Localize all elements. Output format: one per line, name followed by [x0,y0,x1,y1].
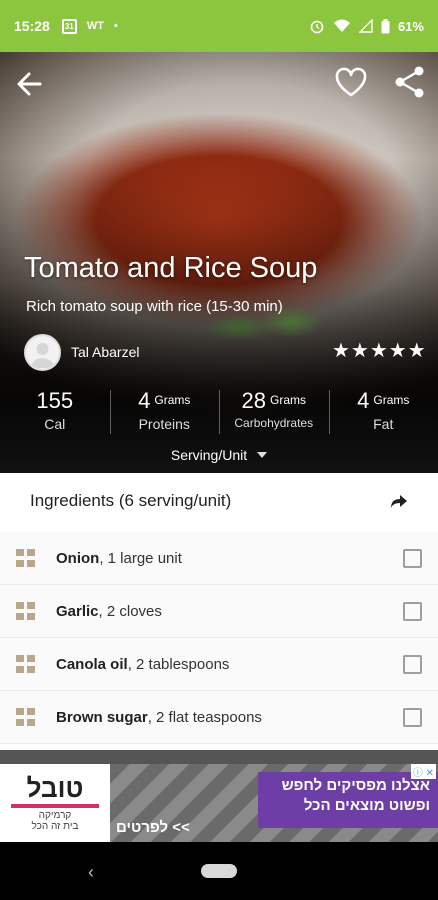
nutrition-label: Carbohydrates [234,416,314,430]
adchoices-icon[interactable]: ⓘ ✕ [410,764,436,779]
ingredients-header: Ingredients (6 serving/unit) [0,473,438,529]
nutrition-proteins: 4 Grams Proteins [109,388,220,438]
ingredient-text: Canola oil, 2 tablespoons [56,656,229,673]
author-avatar[interactable] [24,334,61,371]
person-icon [31,343,54,368]
arrow-left-icon [17,72,42,96]
ingredients-title: Ingredients (6 serving/unit) [30,491,232,510]
recipe-subtitle: Rich tomato soup with rice (15-30 min) [26,298,283,315]
ingredient-name: Brown sugar [56,708,148,726]
nutrition-value: 4 [138,388,151,413]
battery-icon [381,18,390,33]
ingredient-name: Canola oil [56,655,128,673]
nutrition-summary: 155 Cal 4 Grams Proteins 28 Grams Carbohyd… [0,388,438,438]
system-nav-bar: ‹ [0,842,438,900]
list-item[interactable]: Brown sugar, 2 flat teaspoons [0,691,438,744]
chevron-down-icon [257,452,268,458]
ingredient-checkbox[interactable] [403,601,422,621]
status-bar: 15:28 31 WT • 61% [0,0,438,52]
rating-stars[interactable]: ★★★★★ [332,338,427,363]
ad-logo: טובל [26,772,84,803]
nutrition-fat: 4 Grams Fat [328,388,438,438]
drag-handle-icon[interactable] [16,549,36,567]
nav-home-pill[interactable] [201,864,237,878]
ad-banner[interactable]: טובל קרמיקה בית זה הכל אצלנו מפסיקים לחפ… [0,764,438,842]
ingredient-checkbox[interactable] [403,654,422,674]
nutrition-value: 28 [241,388,266,413]
drag-handle-icon[interactable] [16,655,36,673]
serving-unit-dropdown[interactable]: Serving/Unit [0,447,438,463]
nutrition-unit: Grams [154,393,191,407]
ingredient-amount: , 2 flat teaspoons [147,708,262,726]
ingredient-checkbox[interactable] [403,548,422,568]
nutrition-calories: 155 Cal [0,388,110,438]
ad-cta[interactable]: לפרטים << [116,819,190,836]
author-name[interactable]: Tal Abarzel [71,344,139,360]
ad-logo-bar [11,803,99,808]
ingredient-text: Garlic, 2 cloves [56,603,162,620]
ad-image[interactable]: אצלנו מפסיקים לחפש ופשוט מוצאים הכל לפרט… [110,764,438,842]
ingredient-amount: , 2 cloves [98,602,162,620]
notification-icon: WT [86,20,104,32]
recipe-hero: Tomato and Rice Soup Rich tomato soup wi… [0,52,438,473]
share-button[interactable] [392,64,428,100]
nutrition-label: Cal [44,416,66,432]
forward-arrow-icon [391,495,407,508]
nutrition-carbohydrates: 28 Grams Carbohydrates [219,388,329,438]
nutrition-label: Fat [373,416,394,432]
ingredient-name: Garlic [56,602,99,620]
nutrition-unit: Grams [269,393,306,407]
drag-handle-icon[interactable] [16,708,36,726]
wifi-icon [333,19,350,32]
favorite-button[interactable] [333,64,369,100]
nutrition-value: 155 [36,388,74,413]
share-icon [395,66,424,98]
divider [0,750,438,764]
nutrition-value: 4 [357,388,370,413]
ad-brand-sub: קרמיקה [38,809,72,821]
alarm-icon [310,20,324,34]
notification-dot: • [113,20,118,32]
back-button[interactable] [12,66,48,102]
ingredient-list: Onion, 1 large unit Garlic, 2 cloves Can… [0,532,438,744]
serving-unit-label: Serving/Unit [170,447,248,463]
recipe-title: Tomato and Rice Soup [24,252,318,284]
ingredient-text: Onion, 1 large unit [56,550,182,567]
ingredient-name: Onion [56,549,100,567]
ingredient-amount: , 2 tablespoons [127,655,230,673]
nav-back-button[interactable]: ‹ [88,862,94,883]
ingredient-text: Brown sugar, 2 flat teaspoons [56,709,262,726]
share-ingredients-button[interactable] [390,492,408,510]
calendar-icon: 31 [61,18,77,34]
nutrition-label: Proteins [138,416,190,432]
heart-icon [335,67,367,97]
ingredient-checkbox[interactable] [403,707,422,727]
list-item[interactable]: Garlic, 2 cloves [0,585,438,638]
signal-icon [358,19,373,33]
status-time: 15:28 [14,18,50,34]
battery-percent: 61% [397,18,424,34]
status-right: 61% [309,18,424,34]
list-item[interactable]: Canola oil, 2 tablespoons [0,638,438,691]
ingredient-amount: , 1 large unit [99,549,182,567]
ad-brand[interactable]: טובל קרמיקה בית זה הכל [0,764,110,842]
drag-handle-icon[interactable] [16,602,36,620]
list-item[interactable]: Onion, 1 large unit [0,532,438,585]
nutrition-unit: Grams [373,393,410,407]
ad-headline: אצלנו מפסיקים לחפש ופשוט מוצאים הכל [258,772,438,828]
ad-tagline: בית זה הכל [31,820,79,832]
